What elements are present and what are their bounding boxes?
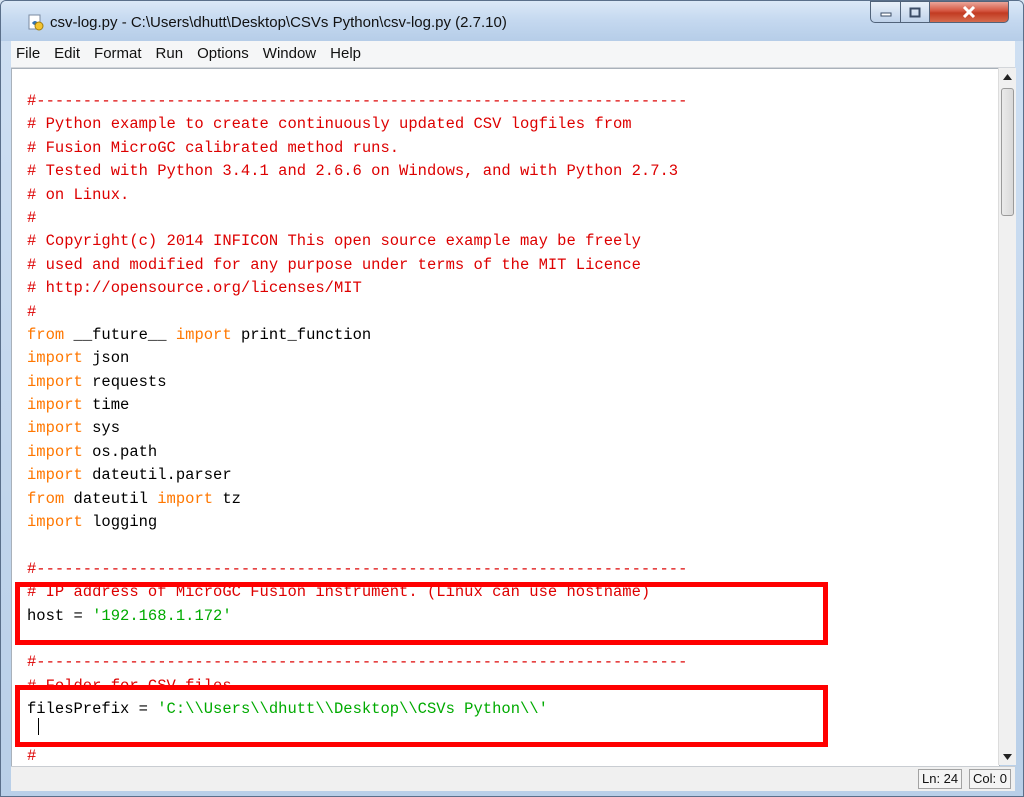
code-token: print_function <box>231 325 372 344</box>
menu-options[interactable]: Options <box>190 41 256 67</box>
code-token: __future__ <box>64 325 176 344</box>
scroll-thumb[interactable] <box>1001 88 1014 216</box>
code-line: #---------------------------------------… <box>27 651 999 674</box>
code-comment: # Copyright(c) 2014 INFICON This open so… <box>27 232 641 251</box>
code-token: time <box>82 396 130 415</box>
code-token: dateutil.parser <box>82 466 232 485</box>
code-line: # <box>27 301 999 324</box>
code-token: dateutil <box>64 489 158 508</box>
close-icon <box>962 6 976 18</box>
minimize-button[interactable] <box>870 1 901 23</box>
code-line: # Python example to create continuously … <box>27 113 999 136</box>
code-keyword: import <box>157 489 214 508</box>
code-line: #---------------------------------------… <box>27 558 999 581</box>
maximize-button[interactable] <box>900 1 930 23</box>
highlight-box-files-prefix <box>15 685 828 747</box>
code-line: import requests <box>27 371 999 394</box>
status-line: Ln: 24 <box>918 769 963 789</box>
code-token: os.path <box>82 442 158 461</box>
code-keyword: import <box>175 325 232 344</box>
code-keyword: import <box>27 442 83 461</box>
status-bar: Ln: 24 Col: 0 <box>11 766 1015 791</box>
code-keyword: from <box>27 325 65 344</box>
code-line: from __future__ import print_function <box>27 324 999 347</box>
code-token: requests <box>82 372 167 391</box>
code-comment: # <box>27 208 37 227</box>
menu-edit[interactable]: Edit <box>47 41 87 67</box>
code-line: import dateutil.parser <box>27 464 999 487</box>
code-token: sys <box>82 419 121 438</box>
code-line: # on Linux. <box>27 184 999 207</box>
code-text: #---------------------------------------… <box>27 90 999 766</box>
vertical-scrollbar[interactable] <box>998 68 1016 765</box>
code-line: # used and modified for any purpose unde… <box>27 254 999 277</box>
close-button[interactable] <box>929 1 1009 23</box>
code-line: from dateutil import tz <box>27 488 999 511</box>
code-editor[interactable]: #---------------------------------------… <box>11 68 1000 767</box>
menu-format[interactable]: Format <box>87 41 149 67</box>
code-line: import logging <box>27 511 999 534</box>
code-line: import time <box>27 394 999 417</box>
code-keyword: from <box>27 489 65 508</box>
highlight-box-host <box>15 582 828 645</box>
arrow-down-icon <box>1003 753 1012 760</box>
code-line: # <box>27 207 999 230</box>
window-title: csv-log.py - C:\Users\dhutt\Desktop\CSVs… <box>50 14 507 31</box>
code-comment: # on Linux. <box>27 185 130 204</box>
menu-window[interactable]: Window <box>256 41 323 67</box>
code-line: #---------------------------------------… <box>27 90 999 113</box>
code-token: logging <box>82 513 158 532</box>
menu-file[interactable]: File <box>11 41 47 67</box>
idle-editor-window: csv-log.py - C:\Users\dhutt\Desktop\CSVs… <box>0 0 1024 797</box>
status-column: Col: 0 <box>969 769 1011 789</box>
code-comment: # Fusion MicroGC calibrated method runs. <box>27 138 400 157</box>
scroll-down-button[interactable] <box>999 748 1016 765</box>
code-comment: # http://opensource.org/licenses/MIT <box>27 279 362 298</box>
code-comment: # Tested with Python 3.4.1 and 2.6.6 on … <box>27 162 679 181</box>
code-token: json <box>82 349 130 368</box>
code-line: import sys <box>27 417 999 440</box>
code-line: import json <box>27 347 999 370</box>
code-line: import os.path <box>27 441 999 464</box>
code-line: # http://opensource.org/licenses/MIT <box>27 277 999 300</box>
code-comment: #---------------------------------------… <box>27 559 688 578</box>
code-comment: # Python example to create continuously … <box>27 115 632 134</box>
code-comment: #---------------------------------------… <box>27 92 688 110</box>
python-file-icon <box>28 14 44 31</box>
code-keyword: import <box>27 466 83 485</box>
code-line: # Tested with Python 3.4.1 and 2.6.6 on … <box>27 160 999 183</box>
code-keyword: import <box>27 372 83 391</box>
code-comment: # <box>27 746 37 765</box>
code-keyword: import <box>27 513 83 532</box>
code-keyword: import <box>27 419 83 438</box>
menu-help[interactable]: Help <box>323 41 368 67</box>
scroll-up-button[interactable] <box>999 68 1016 85</box>
minimize-icon <box>880 12 891 17</box>
code-line: # Fusion MicroGC calibrated method runs. <box>27 137 999 160</box>
menu-bar: File Edit Format Run Options Window Help <box>11 41 1015 68</box>
code-comment: # <box>27 302 37 321</box>
title-bar[interactable]: csv-log.py - C:\Users\dhutt\Desktop\CSVs… <box>1 1 1023 41</box>
code-token: tz <box>213 489 241 508</box>
arrow-up-icon <box>1003 73 1012 80</box>
code-keyword: import <box>27 396 83 415</box>
code-line: # <box>27 745 999 766</box>
menu-run[interactable]: Run <box>149 41 191 67</box>
code-comment: # used and modified for any purpose unde… <box>27 255 641 274</box>
code-comment: #---------------------------------------… <box>27 653 688 672</box>
maximize-icon <box>909 7 921 17</box>
code-keyword: import <box>27 349 83 368</box>
code-line: # Copyright(c) 2014 INFICON This open so… <box>27 230 999 253</box>
